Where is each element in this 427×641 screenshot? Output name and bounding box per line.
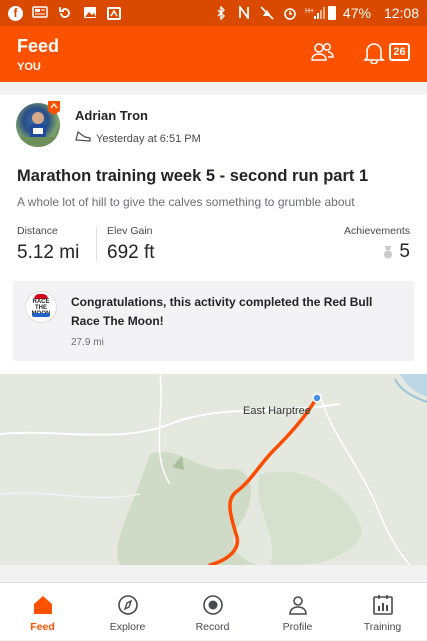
shoe-icon [75,130,91,146]
activity-meta: Yesterday at 6:51 PM [75,130,201,146]
battery-level: 47% [342,5,371,21]
challenge-completion-banner[interactable]: RACE THE MOON Congratulations, this acti… [13,281,414,361]
home-icon [34,596,52,614]
notification-count-badge[interactable]: 26 [389,43,410,61]
stat-divider [96,227,97,261]
feed-filter-you[interactable]: YOU [17,61,41,73]
tab-feed-label: Feed [30,621,55,633]
tab-record[interactable]: Record [170,583,255,641]
news-icon [32,6,48,20]
athlete-name[interactable]: Adrian Tron [75,108,148,123]
stat-elevation: Elev Gain 692 ft [107,225,155,264]
stat-distance-value: 5.12 mi [17,242,80,263]
route-map[interactable]: East Harptree [0,374,427,565]
find-friends-icon[interactable] [309,40,335,64]
stat-achievements-value: 5 [399,241,410,262]
profile-icon [289,596,307,615]
facebook-icon: f [8,5,23,21]
activity-title[interactable]: Marathon training week 5 - second run pa… [17,167,368,186]
compass-icon [118,595,138,615]
bluetooth-icon [213,5,229,21]
tab-training-label: Training [363,621,402,633]
tab-explore-label: Explore [109,621,146,633]
stat-distance-label: Distance [17,225,58,237]
stat-elevation-value: 692 ft [107,242,155,263]
tab-profile[interactable]: Profile [255,583,340,641]
svg-text:H+: H+ [305,8,314,15]
challenge-message: Congratulations, this activity completed… [71,295,373,328]
app-bar: Feed YOU 26 [0,26,427,82]
race-the-moon-logo: RACE THE MOON [25,291,57,323]
activity-card[interactable]: Adrian Tron Yesterday at 6:51 PM Maratho… [0,95,427,565]
tab-explore[interactable]: Explore [85,583,170,641]
tab-training[interactable]: Training [340,583,425,641]
medal-icon [383,245,393,259]
stat-distance: Distance 5.12 mi [17,225,79,264]
stat-achievements-label: Achievements [344,225,410,237]
mute-icon [259,6,275,20]
activity-description: A whole lot of hill to give the calves s… [17,195,355,209]
subscriber-badge-icon [48,101,60,115]
battery-icon [327,6,336,20]
status-bar: f H+ 47% 12:08 [0,0,427,26]
sync-icon [57,6,73,20]
image-icon [82,6,98,20]
stat-elevation-label: Elev Gain [107,225,153,237]
bottom-tab-bar: Feed Explore Record Profile Training [0,582,427,640]
map-place-label: East Harptree [243,405,311,417]
clock: 12:08 [383,5,419,21]
notifications-bell-icon[interactable] [361,40,387,65]
alarm-icon [282,6,298,20]
page-title: Feed [17,36,60,56]
activity-timestamp: Yesterday at 6:51 PM [96,132,201,145]
challenge-distance: 27.9 mi [71,337,104,348]
tab-record-label: Record [195,621,230,633]
tab-profile-label: Profile [282,621,313,633]
app-icon [107,6,121,20]
record-icon [203,595,223,615]
stat-achievements: Achievements 5 [344,225,410,263]
tab-feed[interactable]: Feed [0,583,85,641]
signal-icon: H+ [305,6,325,20]
training-icon [373,595,393,615]
nfc-icon [236,4,252,21]
